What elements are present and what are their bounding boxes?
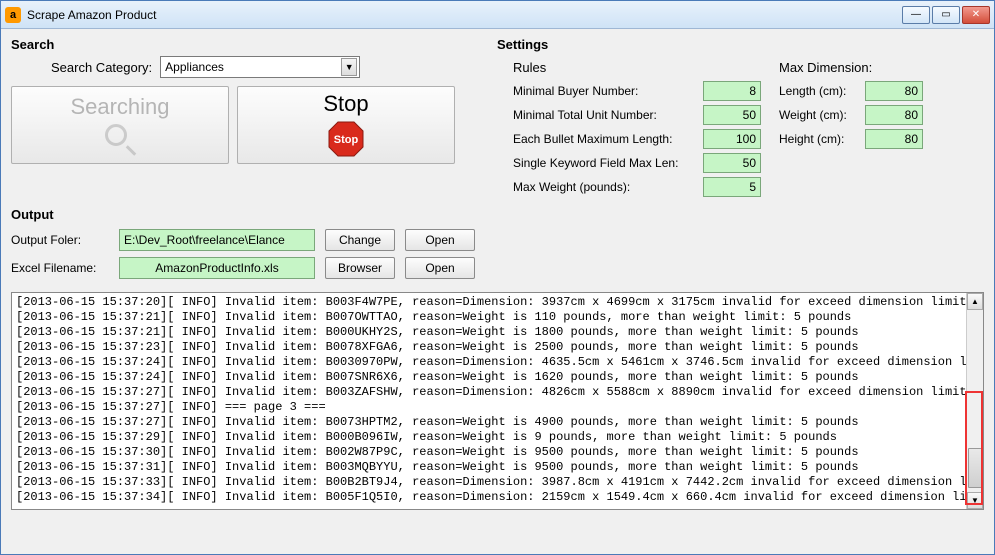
open-folder-button[interactable]: Open: [405, 229, 475, 251]
width-input[interactable]: [865, 105, 923, 125]
log-textarea[interactable]: [2013-06-15 15:37:20][ INFO] Invalid ite…: [12, 293, 966, 509]
rule-label: Each Bullet Maximum Length:: [513, 132, 697, 146]
browser-button[interactable]: Browser: [325, 257, 395, 279]
dim-label: Length (cm):: [779, 84, 859, 98]
output-folder-label: Output Foler:: [11, 233, 109, 247]
rule-label: Single Keyword Field Max Len:: [513, 156, 697, 170]
height-input[interactable]: [865, 129, 923, 149]
search-title: Search: [11, 37, 487, 52]
open-file-button[interactable]: Open: [405, 257, 475, 279]
change-button[interactable]: Change: [325, 229, 395, 251]
dim-title: Max Dimension:: [779, 60, 923, 75]
stop-icon: Stop: [326, 119, 366, 159]
scroll-up-icon[interactable]: ▲: [967, 293, 983, 310]
log-panel: [2013-06-15 15:37:20][ INFO] Invalid ite…: [11, 292, 984, 510]
rule-label: Max Weight (pounds):: [513, 180, 697, 194]
output-folder-field[interactable]: E:\Dev_Root\freelance\Elance: [119, 229, 315, 251]
output-group: Output Output Foler: E:\Dev_Root\freelan…: [11, 207, 984, 282]
rules-title: Rules: [513, 60, 761, 75]
searching-button: Searching: [11, 86, 229, 164]
search-category-combo[interactable]: Appliances ▼: [160, 56, 360, 78]
maximize-icon: ▭: [941, 9, 950, 20]
chevron-down-icon: ▼: [341, 58, 357, 76]
search-category-value: Appliances: [165, 60, 224, 74]
settings-title: Settings: [497, 37, 984, 52]
window-title: Scrape Amazon Product: [27, 8, 902, 22]
stop-button[interactable]: Stop Stop: [237, 86, 455, 164]
close-icon: ✕: [972, 9, 980, 20]
search-category-label: Search Category:: [51, 60, 152, 75]
rule-label: Minimal Buyer Number:: [513, 84, 697, 98]
excel-filename-label: Excel Filename:: [11, 261, 109, 275]
minimize-icon: —: [911, 9, 921, 20]
titlebar[interactable]: a Scrape Amazon Product — ▭ ✕: [1, 1, 994, 29]
keyword-max-input[interactable]: [703, 153, 761, 173]
stop-label: Stop: [323, 91, 368, 117]
max-weight-input[interactable]: [703, 177, 761, 197]
excel-filename-field[interactable]: AmazonProductInfo.xls: [119, 257, 315, 279]
app-window: a Scrape Amazon Product — ▭ ✕ Search Sea…: [0, 0, 995, 555]
min-buyer-input[interactable]: [703, 81, 761, 101]
length-input[interactable]: [865, 81, 923, 101]
rule-label: Minimal Total Unit Number:: [513, 108, 697, 122]
highlight-box: [965, 391, 983, 505]
svg-text:Stop: Stop: [334, 134, 359, 146]
close-button[interactable]: ✕: [962, 6, 990, 24]
searching-label: Searching: [70, 94, 169, 120]
bullet-max-input[interactable]: [703, 129, 761, 149]
search-group: Search Search Category: Appliances ▼ Sea…: [11, 37, 487, 199]
dim-label: Weight (cm):: [779, 108, 859, 122]
magnifier-icon: [103, 122, 137, 156]
dim-label: Height (cm):: [779, 132, 859, 146]
output-title: Output: [11, 207, 984, 222]
minimize-button[interactable]: —: [902, 6, 930, 24]
min-total-input[interactable]: [703, 105, 761, 125]
maximize-button[interactable]: ▭: [932, 6, 960, 24]
settings-group: Settings Rules Minimal Buyer Number: Min…: [497, 37, 984, 199]
app-icon: a: [5, 7, 21, 23]
